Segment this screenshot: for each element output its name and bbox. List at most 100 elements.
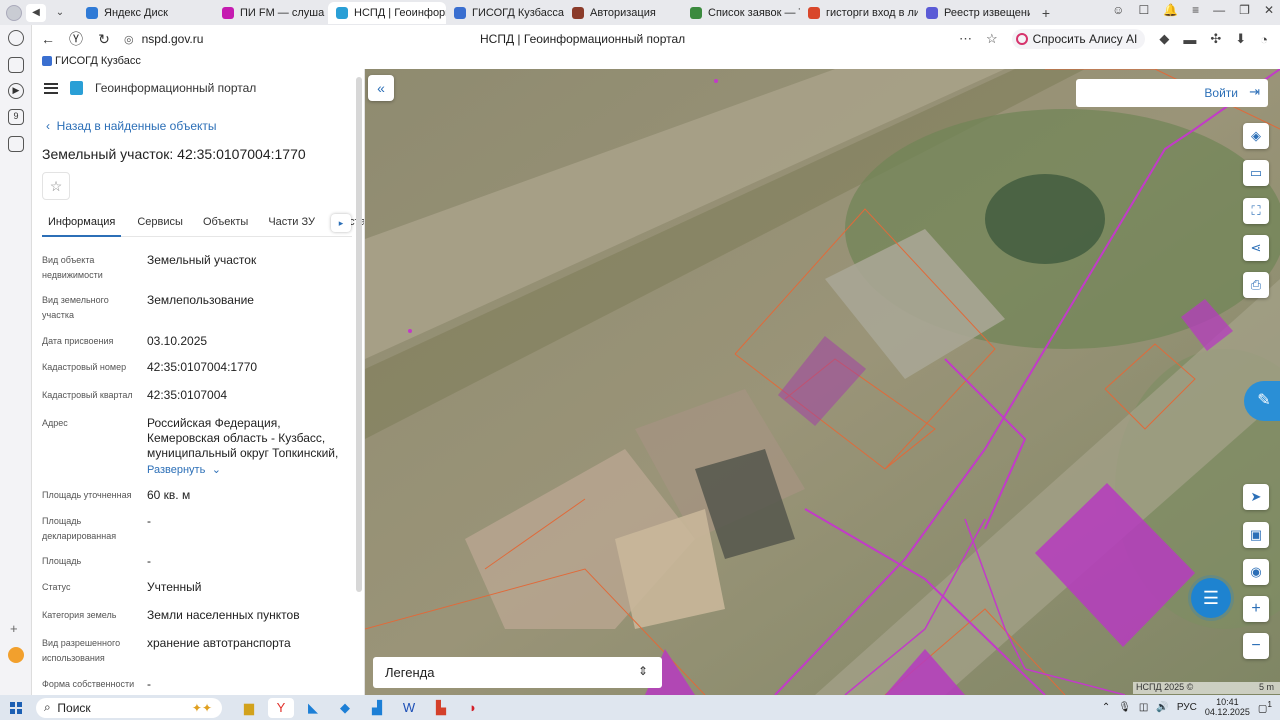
yandex-browser-icon[interactable]: Y — [268, 697, 294, 718]
zoom-in-icon[interactable]: + — [1243, 596, 1269, 622]
alisa-icon — [1015, 33, 1028, 45]
more-dots-icon[interactable]: ⋯ — [959, 31, 972, 47]
attribute-value: хранение автотранспорта — [147, 636, 291, 650]
app-drop-icon[interactable]: ◆ — [332, 698, 358, 718]
login-button[interactable]: Войти ⇥ — [1076, 79, 1268, 107]
app-bag-icon[interactable]: ▟ — [364, 698, 390, 718]
tab-nspd[interactable]: НСПД | Геоинформ ✕ — [328, 1, 446, 24]
chevron-down-icon[interactable]: ⌄ — [50, 4, 70, 22]
tab-yandex-disk[interactable]: Яндекс Диск — [78, 2, 214, 24]
collapse-panel-button[interactable]: « — [368, 75, 394, 101]
app-icon[interactable]: ◣ — [300, 698, 326, 718]
word-icon[interactable]: W — [396, 698, 422, 718]
browser-sidebar: ▶ 9 + — [0, 25, 32, 695]
microphone-icon[interactable]: 🎙 — [1118, 702, 1131, 713]
tab-pi-fm[interactable]: ПИ FM — слуша — [214, 2, 328, 24]
taskbar-search[interactable]: ⌕ Поиск ✦✦ — [36, 697, 222, 718]
add-plus-icon[interactable]: + — [10, 621, 18, 636]
back-arrow-icon[interactable]: ← — [34, 31, 62, 47]
windows-start-icon[interactable] — [10, 701, 22, 714]
expand-address-link[interactable]: Развернуть ⌄ — [147, 462, 342, 478]
attribute-value: Российская Федерация, Кемеровская област… — [147, 416, 339, 460]
tab-parts[interactable]: Части ЗУ — [262, 215, 321, 237]
bookmark-gisogd[interactable]: ГИСОГД Кузбасс — [55, 55, 141, 67]
login-icon: ⇥ — [1249, 84, 1260, 99]
minimize-icon[interactable]: — — [1213, 3, 1225, 17]
geolocation-arrow-icon[interactable]: ➤ — [1243, 484, 1269, 510]
app-red-icon[interactable]: ◗ — [460, 698, 486, 718]
portal-name: Геоинформационный портал — [95, 81, 257, 95]
map-view[interactable]: « Войти ⇥ ◈ ▭ ⛶ ⋖ ⎙ ✎ ➤ ▣ ◉ + − ☰ Легенд… — [365, 69, 1280, 695]
minimap-icon[interactable]: ▣ — [1243, 522, 1269, 548]
volume-icon[interactable]: 🔊 — [1156, 702, 1168, 713]
tab-info[interactable]: Информация — [42, 215, 122, 237]
url-text[interactable]: nspd.gov.ru — [142, 32, 204, 46]
notifications-icon[interactable]: ▢1 — [1258, 699, 1272, 714]
zoom-out-icon[interactable]: − — [1243, 633, 1269, 659]
tab-registry[interactable]: Реестр извещений — [918, 2, 1030, 24]
close-window-icon[interactable]: ✕ — [1264, 3, 1274, 17]
tab-auth[interactable]: Авторизация — [564, 2, 682, 24]
attribute-value: Земли населенных пунктов — [147, 608, 300, 622]
profile-avatar[interactable] — [6, 4, 22, 21]
address-bar-actions: ⋯ ☆ Спросить Алису AI ◆ ▬ ✣ ⬇ ◔ — [959, 29, 1268, 49]
maximize-icon[interactable]: ❐ — [1239, 3, 1250, 17]
bookmark-icon[interactable]: ☆ — [986, 31, 998, 47]
tabs-scroll-right-icon[interactable]: ▸ — [331, 214, 351, 232]
tab-gistorgi[interactable]: гисторги вход в личн — [800, 2, 918, 24]
bookmarks-bar: ГИСОГД Кузбасс — [32, 53, 1280, 69]
network-icon[interactable]: ◫ — [1139, 702, 1148, 713]
history-icon[interactable] — [8, 30, 24, 46]
gisogd-favicon-icon — [454, 6, 466, 19]
profile-2-icon[interactable]: ◔ — [1260, 32, 1268, 47]
language-indicator[interactable]: РУС — [1177, 702, 1197, 713]
attribute-key: Вид объекта недвижимости — [42, 255, 103, 280]
tab-services[interactable]: Сервисы — [131, 215, 189, 237]
tab-requests[interactable]: Список заявок — Тех — [682, 2, 800, 24]
screen-icon[interactable] — [8, 136, 24, 152]
layers-icon[interactable]: ◈ — [1243, 123, 1269, 149]
new-tab-plus-icon[interactable]: + — [1036, 4, 1056, 22]
tab-objects[interactable]: Объекты — [197, 215, 254, 237]
favorite-star-icon[interactable]: ☆ — [42, 172, 70, 200]
app-icon[interactable] — [8, 647, 24, 663]
extension-icon[interactable]: ◆ — [1159, 31, 1169, 47]
ruler-icon[interactable]: ▭ — [1243, 160, 1269, 186]
panel-scrollbar[interactable] — [356, 77, 362, 592]
select-area-icon[interactable]: ⛶ — [1243, 198, 1269, 224]
tab-label: Яндекс Диск — [104, 6, 168, 19]
downloads-icon[interactable]: ⬇ — [1235, 31, 1246, 47]
file-explorer-icon[interactable]: ▆ — [236, 698, 262, 718]
extension-2-icon[interactable]: ▬ — [1183, 32, 1196, 47]
chevron-up-icon[interactable]: ⌃ — [1102, 702, 1110, 713]
print-icon[interactable]: ⎙ — [1243, 272, 1269, 298]
clock[interactable]: 10:41 04.12.2025 — [1205, 697, 1250, 717]
pdf-icon[interactable]: ▙ — [428, 698, 454, 718]
menu-burger-icon[interactable] — [44, 82, 58, 94]
assistant-icon[interactable]: ✎ — [1244, 381, 1280, 421]
sound-icon[interactable]: ◀ — [26, 3, 46, 22]
yandex-icon[interactable]: Ⓨ — [62, 29, 90, 49]
share-icon[interactable]: ⋖ — [1243, 235, 1269, 261]
chat-icon[interactable]: ☰ — [1191, 578, 1231, 618]
tab-gisogd[interactable]: ГИСОГД Кузбасса — [446, 2, 564, 24]
attribute-value: Учтенный — [147, 580, 202, 594]
app-9-icon[interactable]: 9 — [8, 109, 24, 125]
back-to-results-link[interactable]: ‹ Назад в найденные объекты — [46, 119, 217, 133]
legend-dropdown[interactable]: Легенда ⇕ — [373, 657, 662, 688]
attribute-key: Вид разрешенного использования — [42, 638, 121, 663]
bookmarks-icon[interactable]: ☐ — [1138, 3, 1149, 17]
tab-label: НСПД | Геоинформ — [354, 6, 446, 19]
profile-icon[interactable]: ☺ — [1112, 3, 1124, 17]
extensions-puzzle-icon[interactable]: ✣ — [1210, 31, 1221, 47]
site-info-icon[interactable]: ◎ — [124, 33, 134, 46]
reload-icon[interactable]: ↻ — [90, 31, 118, 48]
menu-icon[interactable]: ≡ — [1192, 3, 1199, 17]
attribute-value: 42:35:0107004 — [147, 388, 228, 402]
search-location-icon[interactable]: ◉ — [1243, 559, 1269, 585]
notifications-bell-icon[interactable]: 🔔 — [1163, 3, 1178, 17]
sort-arrows-icon: ⇕ — [637, 664, 648, 678]
media-icon[interactable]: ▶ — [8, 83, 24, 99]
ask-alisa-button[interactable]: Спросить Алису AI — [1011, 29, 1146, 49]
notes-icon[interactable] — [8, 57, 24, 73]
